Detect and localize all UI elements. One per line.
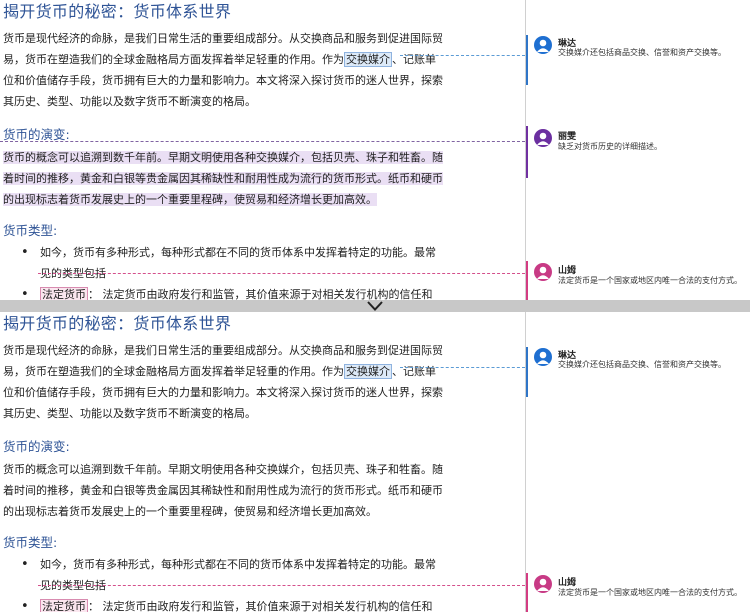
comment-text[interactable]: 交换媒介还包括商品交换、信誉和资产交换等。	[558, 47, 750, 58]
comment-text[interactable]: 法定货币是一个国家或地区内唯一合法的支付方式。	[558, 275, 750, 286]
user-avatar-icon[interactable]	[534, 348, 552, 366]
comments-pane: 琳达 交换媒介还包括商品交换、信誉和资产交换等。 山姆 法定货币是一个国家或地区…	[526, 312, 750, 612]
comment-bar	[526, 126, 528, 178]
types-list: 如今，货币有多种形式，每种形式都在不同的货币体系中发挥着特定的功能。最常见的类型…	[3, 554, 525, 612]
comment-connector	[38, 585, 525, 586]
comment-bar	[526, 35, 528, 85]
comment-connector	[400, 367, 525, 368]
chevron-down-icon[interactable]	[366, 300, 384, 312]
user-avatar-icon[interactable]	[534, 263, 552, 281]
document-view-top: 揭开货币的秘密：货币体系世界 货币是现代经济的命脉，是我们日常生活的重要组成部分…	[0, 0, 750, 300]
user-avatar-icon[interactable]	[534, 575, 552, 593]
document-title: 揭开货币的秘密：货币体系世界	[3, 314, 232, 333]
pane-splitter[interactable]	[0, 300, 750, 312]
comment-bar	[526, 573, 528, 612]
list-item: 如今，货币有多种形式，每种形式都在不同的货币体系中发挥着特定的功能。最常见的类型…	[3, 554, 443, 596]
heading-evolution: 货币的演变:	[3, 439, 70, 454]
document-title: 揭开货币的秘密：货币体系世界	[3, 2, 232, 21]
document-body: 揭开货币的秘密：货币体系世界 货币是现代经济的命脉，是我们日常生活的重要组成部分…	[0, 0, 525, 300]
comment-text[interactable]: 缺乏对货币历史的详细描述。	[558, 141, 750, 152]
comment-anchor-fiat[interactable]: 法定货币	[40, 599, 88, 612]
user-avatar-icon[interactable]	[534, 129, 552, 147]
comment-anchor-medium-of-exchange[interactable]: 交换媒介	[344, 52, 392, 67]
comment-bar	[526, 261, 528, 300]
list-item: 法定货币： 法定货币由政府发行和监管，其价值来源于对相关发行机构的信任和	[3, 284, 443, 300]
comments-pane: 琳达 交换媒介还包括商品交换、信誉和资产交换等。 丽雯 缺乏对货币历史的详细描述…	[526, 0, 750, 300]
types-list: 如今，货币有多种形式，每种形式都在不同的货币体系中发挥着特定的功能。最常见的类型…	[3, 242, 525, 300]
list-item: 如今，货币有多种形式，每种形式都在不同的货币体系中发挥着特定的功能。最常见的类型…	[3, 242, 443, 284]
evolution-paragraph: 货币的概念可以追溯到数千年前。早期文明使用各种交换媒介，包括贝壳、珠子和牲畜。随…	[3, 463, 443, 518]
comment-text[interactable]: 交换媒介还包括商品交换、信誉和资产交换等。	[558, 359, 750, 370]
document-body: 揭开货币的秘密：货币体系世界 货币是现代经济的命脉，是我们日常生活的重要组成部分…	[0, 312, 525, 612]
comment-text[interactable]: 法定货币是一个国家或地区内唯一合法的支付方式。	[558, 587, 750, 598]
evolution-paragraph: 货币的概念可以追溯到数千年前。早期文明使用各种交换媒介，包括贝壳、珠子和牲畜。随…	[3, 147, 443, 210]
comment-bar	[526, 347, 528, 397]
user-avatar-icon[interactable]	[534, 36, 552, 54]
heading-types: 货币类型:	[3, 223, 58, 238]
intro-paragraph: 货币是现代经济的命脉，是我们日常生活的重要组成部分。从交换商品和服务到促进国际贸…	[3, 344, 443, 420]
comment-anchor-evolution[interactable]: 货币的概念可以追溯到数千年前。早期文明使用各种交换媒介，包括贝壳、珠子和牲畜。随…	[3, 151, 443, 206]
comment-anchor-fiat[interactable]: 法定货币	[40, 287, 88, 300]
comment-connector	[400, 55, 525, 56]
document-view-bottom: 揭开货币的秘密：货币体系世界 货币是现代经济的命脉，是我们日常生活的重要组成部分…	[0, 312, 750, 612]
heading-types: 货币类型:	[3, 535, 58, 550]
intro-paragraph: 货币是现代经济的命脉，是我们日常生活的重要组成部分。从交换商品和服务到促进国际贸…	[3, 32, 443, 108]
list-item: 法定货币： 法定货币由政府发行和监管，其价值来源于对相关发行机构的信任和	[3, 596, 443, 612]
comment-connector	[0, 141, 525, 142]
comment-connector	[38, 273, 525, 274]
comment-anchor-medium-of-exchange[interactable]: 交换媒介	[344, 364, 392, 379]
